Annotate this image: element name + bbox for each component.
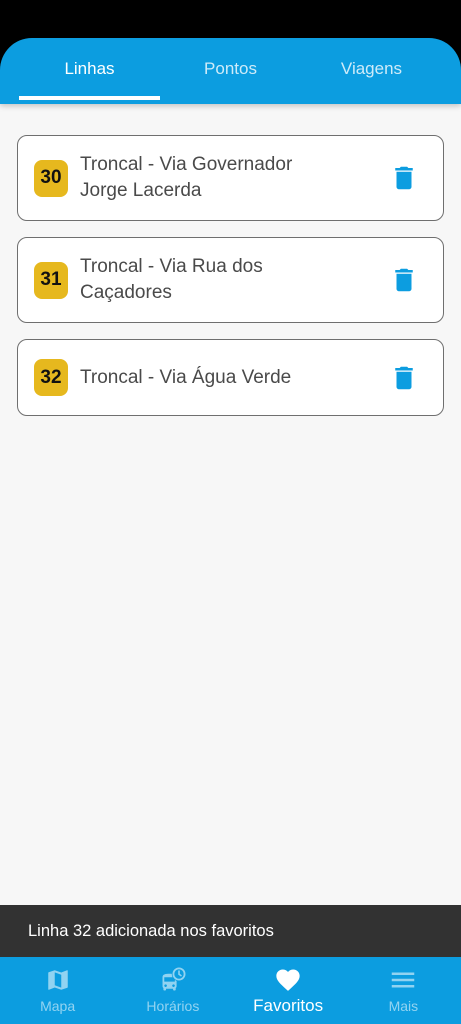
line-name: Troncal - Via Rua dos Caçadores — [80, 256, 263, 303]
tab-indicator — [19, 96, 160, 100]
nav-icon-wrapper — [159, 966, 187, 994]
delete-favorite-button[interactable] — [389, 163, 419, 193]
nav-item-horarios[interactable]: Horários — [115, 957, 230, 1024]
trash-icon — [395, 268, 413, 292]
app-screen: Linhas Pontos Viagens 30 Troncal - Via G… — [0, 0, 461, 1024]
nav-icon-wrapper — [44, 966, 72, 994]
nav-icon-wrapper — [389, 966, 417, 994]
tab-linhas[interactable]: Linhas — [19, 38, 160, 104]
favorite-line-card[interactable]: 32 Troncal - Via Água Verde — [17, 339, 444, 416]
tab-viagens[interactable]: Viagens — [301, 38, 442, 104]
trash-icon — [395, 166, 413, 190]
top-tab-bar: Linhas Pontos Viagens — [0, 38, 461, 104]
delete-favorite-button[interactable] — [389, 265, 419, 295]
favorites-list: 30 Troncal - Via Governador Jorge Lacerd… — [17, 135, 444, 416]
line-name: Troncal - Via Governador Jorge Lacerda — [80, 154, 293, 201]
tab-pontos[interactable]: Pontos — [160, 38, 301, 104]
bottom-nav: Mapa Horários Favoritos Mais — [0, 957, 461, 1024]
tabs: Linhas Pontos Viagens — [19, 38, 442, 104]
tab-label: Pontos — [204, 59, 257, 78]
favorite-line-card[interactable]: 31 Troncal - Via Rua dos Caçadores — [17, 237, 444, 323]
menu-icon — [392, 972, 415, 988]
delete-favorite-button[interactable] — [389, 363, 419, 393]
snackbar: Linha 32 adicionada nos favoritos — [0, 905, 461, 957]
trash-icon — [395, 366, 413, 389]
favorite-line-card[interactable]: 30 Troncal - Via Governador Jorge Lacerd… — [17, 135, 444, 221]
nav-label-mais: Mais — [388, 998, 419, 1014]
line-number-badge: 30 — [34, 159, 68, 197]
nav-icon-wrapper — [274, 966, 302, 994]
bus-clock-icon — [162, 966, 187, 991]
tab-label: Viagens — [340, 59, 403, 78]
snackbar-message: Linha 32 adicionada nos favoritos — [28, 921, 274, 940]
line-number-badge: 32 — [34, 359, 68, 396]
line-name: Troncal - Via Água Verde — [80, 366, 292, 388]
nav-item-mapa[interactable]: Mapa — [0, 957, 115, 1024]
nav-item-favoritos[interactable]: Favoritos — [231, 957, 346, 1024]
nav-label-mapa: Mapa — [40, 998, 76, 1014]
tab-label: Linhas — [64, 59, 115, 78]
heart-icon — [276, 969, 300, 991]
map-icon — [47, 970, 68, 990]
line-number-badge: 31 — [34, 261, 68, 299]
nav-item-mais[interactable]: Mais — [346, 957, 461, 1024]
nav-label-horarios: Horários — [146, 998, 200, 1014]
nav-label-favoritos: Favoritos — [253, 996, 324, 1015]
